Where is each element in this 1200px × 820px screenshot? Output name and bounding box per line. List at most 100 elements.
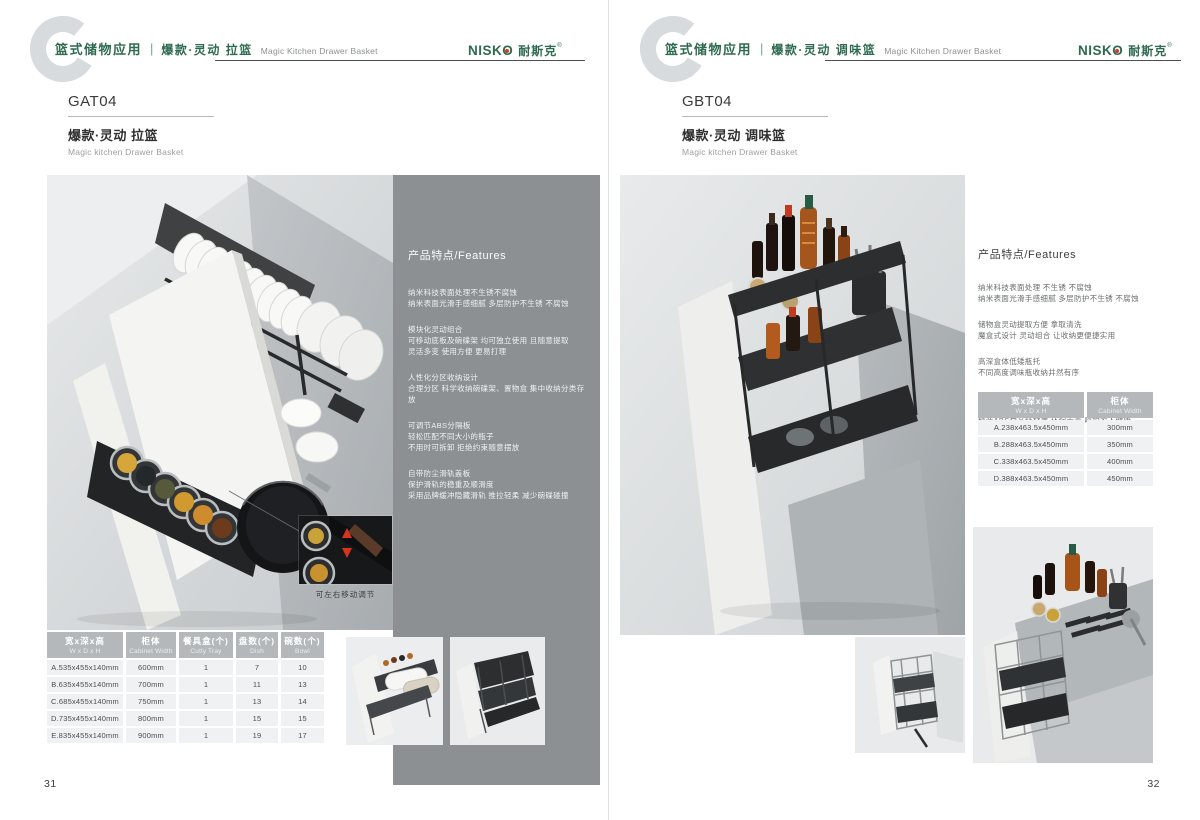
feature-line: 储物盒灵动提取方便 拿取清洗 [978,319,1180,330]
logo-chinese: 耐斯克 [518,42,557,59]
table-cell: 13 [236,694,278,709]
header-title-cn: 爆款·灵动 拉篮 [161,41,252,58]
table-cell: 15 [236,711,278,726]
table-header-cell: 宽x深x高W x D x H [47,632,123,658]
product-name-en: Magic kitchen Drawer Basket [68,147,214,157]
features-title: 产品特点/Features [408,247,586,263]
product-name-cn: 爆款·灵动 调味篮 [682,125,828,144]
page-number-right: 32 [1136,778,1160,790]
hero-photo-right [620,175,965,635]
table-cell: 1 [179,660,233,675]
table-cell: 300mm [1087,420,1153,435]
table-cell: 600mm [126,660,176,675]
header-divider: | [150,41,153,56]
table-cell: D.735x455x140mm [47,711,123,726]
table-cell: 1 [179,728,233,743]
feature-paragraph: 纳米科技表面处理 不生锈 不腐蚀纳米表面光滑手感细腻 多层防护不生锈 不腐蚀 [978,282,1180,304]
header-rule-left [215,60,585,61]
brand-logo-right: NISKO 耐斯克 ® [1078,42,1172,59]
section-title: 篮式储物应用 [55,39,142,58]
header-title-en: Magic Kitchen Drawer Basket [884,46,1001,56]
features-list: 纳米科技表面处理不生锈不腐蚀纳米表面光滑手感细腻 多层防护不生锈 不腐蚀模块化灵… [408,287,586,501]
page-gutter-divider [608,0,609,820]
table-cell: A.238x463.5x450mm [978,420,1084,435]
table-cell: 1 [179,677,233,692]
feature-line: 不同高度调味瓶收纳井然有序 [978,367,1180,378]
logo-dot-icon [1115,49,1119,53]
product-name-en: Magic kitchen Drawer Basket [682,147,828,157]
catalog-spread: 篮式储物应用 | 爆款·灵动 拉篮 Magic Kitchen Drawer B… [0,0,1200,820]
feature-line: 纳米科技表面处理不生锈不腐蚀 [408,287,586,298]
thumb-photo-right-small [855,637,965,753]
feature-line: 纳米表面光滑手感细腻 多层防护不生锈 不腐蚀 [408,298,586,309]
feature-line: 纳米科技表面处理 不生锈 不腐蚀 [978,282,1180,293]
table-cell: E.835x455x140mm [47,728,123,743]
page-header-left: 篮式储物应用 | 爆款·灵动 拉篮 Magic Kitchen Drawer B… [55,39,378,58]
table-cell: B.635x455x140mm [47,677,123,692]
page-number-left: 31 [44,778,57,790]
detail-inset-caption: 可左右移动调节 [299,589,392,600]
table-cell: C.685x455x140mm [47,694,123,709]
detail-inset: 可左右移动调节 [299,516,392,600]
table-cell: 800mm [126,711,176,726]
table-header-cell: 餐具盒(个)Cutly Tray [179,632,233,658]
table-cell: 1 [179,711,233,726]
logo-dot-icon [505,49,509,53]
thumb-photo-right-tall [973,527,1153,763]
table-cell: 13 [281,677,324,692]
table-cell: B.288x463.5x450mm [978,437,1084,452]
product-code: GBT04 [682,93,828,110]
table-cell: D.388x463.5x450mm [978,471,1084,486]
feature-paragraph: 高深盒体低矮瓶托不同高度调味瓶收纳井然有序 [978,356,1180,378]
product-intro-right: GBT04 爆款·灵动 调味篮 Magic kitchen Drawer Bas… [682,93,828,157]
thumb-photo-left-1 [346,637,443,745]
feature-line: 采用品牌缓冲隐藏滑轨 推拉轻柔 减少碗碟碰撞 [408,490,586,501]
table-cell: 17 [281,728,324,743]
table-cell: 1 [179,694,233,709]
table-cell: 450mm [1087,471,1153,486]
feature-paragraph: 纳米科技表面处理不生锈不腐蚀纳米表面光滑手感细腻 多层防护不生锈 不腐蚀 [408,287,586,309]
table-cell: 7 [236,660,278,675]
table-cell: 350mm [1087,437,1153,452]
table-cell: 14 [281,694,324,709]
feature-line: 魔盒式设计 灵动组合 让收纳更便捷实用 [978,330,1180,341]
table-cell: 15 [281,711,324,726]
table-cell: A.535x455x140mm [47,660,123,675]
header-title-en: Magic Kitchen Drawer Basket [261,46,378,56]
logo-chinese: 耐斯克 [1128,42,1167,59]
product-rule [68,116,214,117]
feature-paragraph: 模块化灵动组合可移动底板及碗碟架 均可独立使用 且随意提取灵活多变 使用方便 更… [408,324,586,357]
feature-line: 人性化分区收纳设计 [408,372,586,383]
thumb-photo-left-2 [450,637,545,745]
feature-line: 灵活多变 使用方便 更易打理 [408,346,586,357]
feature-paragraph: 自带防尘滑轨盖板保护滑轨的稳重及顺滑度采用品牌缓冲隐藏滑轨 推拉轻柔 减少碗碟碰… [408,468,586,501]
table-cell: 750mm [126,694,176,709]
table-header-cell: 盘数(个)Dish [236,632,278,658]
brand-logo-left: NISKO 耐斯克 ® [468,42,562,59]
table-cell: 11 [236,677,278,692]
feature-line: 合理分区 科学收纳碗碟架、置物盒 集中收纳分类存放 [408,383,586,405]
header-divider: | [760,41,763,56]
features-title: 产品特点/Features [978,246,1180,262]
table-header-cell: 柜体Cabinet Width [1087,392,1153,418]
section-title: 篮式储物应用 [665,39,752,58]
table-cell: C.338x463.5x450mm [978,454,1084,469]
page-header-right: 篮式储物应用 | 爆款·灵动 调味篮 Magic Kitchen Drawer … [665,39,1001,58]
feature-line: 轻松匹配不同大小的瓶子 [408,431,586,442]
feature-paragraph: 可调节ABS分隔板轻松匹配不同大小的瓶子不用时可拆卸 拒绝约束随意摆放 [408,420,586,453]
header-rule-right [825,60,1181,61]
table-header-cell: 柜体Cabinet Width [126,632,176,658]
detail-inset-photo [299,516,392,584]
feature-line: 自带防尘滑轨盖板 [408,468,586,479]
feature-paragraph: 人性化分区收纳设计合理分区 科学收纳碗碟架、置物盒 集中收纳分类存放 [408,372,586,405]
table-cell: 700mm [126,677,176,692]
feature-line: 不用时可拆卸 拒绝约束随意摆放 [408,442,586,453]
product-rule [682,116,828,117]
product-name-cn: 爆款·灵动 拉篮 [68,125,214,144]
table-header-cell: 碗数(个)Bowl [281,632,324,658]
feature-line: 模块化灵动组合 [408,324,586,335]
header-title-cn: 爆款·灵动 调味篮 [771,41,876,58]
table-cell: 19 [236,728,278,743]
feature-line: 保护滑轨的稳重及顺滑度 [408,479,586,490]
spec-table-right: 宽x深x高W x D x H柜体Cabinet WidthA.238x463.5… [978,392,1153,486]
